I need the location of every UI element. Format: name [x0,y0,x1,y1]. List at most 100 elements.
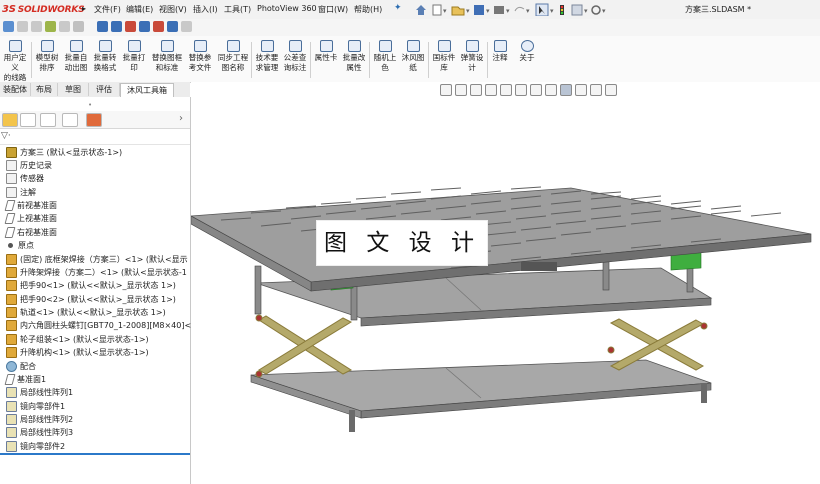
show-hidden-icon[interactable] [97,21,108,32]
ribbon-mufeng-drawing-button[interactable]: 沐风图纸 [399,38,427,73]
reference-geometry-icon[interactable] [125,21,136,32]
filter-icon[interactable]: ▽· [1,131,11,141]
ribbon-tech-requirements-button[interactable]: 技术要 求管理 [253,38,281,73]
assembly-command-icon[interactable] [3,21,14,32]
ribbon-label: 排序 [39,63,55,72]
reference-icon [193,40,207,52]
ribbon-batch-drawing-button[interactable]: 批量自 动出图 [62,38,90,73]
display-style-icon[interactable] [530,84,542,96]
tree-item-front-plane[interactable]: 前视基准面 [4,199,57,212]
menu-view[interactable]: 视图(V) [159,4,187,15]
new-motion-study-icon[interactable] [139,21,150,32]
edit-appearance-icon[interactable] [560,84,572,96]
display-manager-tab-icon[interactable] [86,113,102,127]
standard-toolbar[interactable]: ▾ ▾ ▾ ▾ ▾ ▾ ▾ ▾ [414,3,684,16]
tree-item-root-assembly[interactable]: 方案三 (默认<显示状态-1>) [6,146,122,159]
menu-edit[interactable]: 编辑(E) [126,4,153,15]
solidworks-logo[interactable]: 3S SOLIDWORKS [2,2,85,17]
view-orientation-icon[interactable] [515,84,527,96]
menu-photoview[interactable]: PhotoView 360 [257,4,317,13]
ribbon-register-button[interactable]: 注释 [489,38,511,63]
ribbon-batch-print-button[interactable]: 批量打印 [120,38,148,73]
ribbon-tree-sort-button[interactable]: 模型树 排序 [33,38,61,73]
linear-pattern-icon[interactable] [45,21,56,32]
configuration-manager-tab-icon[interactable] [40,113,56,127]
exploded-view-icon[interactable] [167,21,178,32]
ribbon-sync-name-button[interactable]: 同步工程 图名称 [215,38,251,73]
tab-assembly[interactable]: 装配体 [0,83,31,96]
tolerance-icon [288,40,302,52]
tree-item-component[interactable]: (固定) 底框架焊接（方案三）<1> (默认<显示 [6,253,188,266]
pin-icon[interactable]: ✦ [394,3,402,13]
hide-show-items-icon[interactable] [545,84,557,96]
tree-item-annotations[interactable]: 注解 [6,186,36,199]
menu-insert[interactable]: 插入(I) [193,4,218,15]
ribbon-replace-reference-button[interactable]: 替换参 考文件 [185,38,215,73]
ribbon-tolerance-button[interactable]: 公差查 询标注 [281,38,309,73]
tree-item-right-plane[interactable]: 右视基准面 [4,226,57,239]
apply-scene-icon[interactable] [575,84,587,96]
previous-view-icon[interactable] [470,84,482,96]
tree-item-pattern[interactable]: 局部线性阵列2 [6,413,73,426]
tree-item-sensors[interactable]: 传感器 [6,172,44,185]
view-settings-icon[interactable] [590,84,602,96]
ribbon-batch-convert-button[interactable]: 批量转 换格式 [91,38,119,73]
ribbon-random-color-button[interactable]: 随机上色 [371,38,399,73]
tab-sketch[interactable]: 草图 [58,83,89,96]
assembly-model[interactable] [191,98,820,484]
tab-mufeng-toolbox[interactable]: 沐风工具箱 [120,83,174,97]
ribbon-property-card-button[interactable]: 属性卡 [312,38,340,63]
ribbon-user-route-button[interactable]: 用户定义 的线路 [0,38,30,83]
zoom-to-area-icon[interactable] [455,84,467,96]
command-tabs: 装配体 布局 草图 评估 沐风工具箱 [0,82,190,98]
tree-item-pattern[interactable]: 局部线性阵列1 [6,386,73,399]
tree-item-plane1[interactable]: 基准面1 [4,373,46,386]
tree-item-component[interactable]: 把手90<1> (默认<<默认>_显示状态 1>) [6,279,176,292]
tree-item-component[interactable]: 升降机构<1> (默认<显示状态-1>) [6,346,149,359]
tree-item-label: 原点 [18,241,34,250]
tree-item-component[interactable]: 轨道<1> (默认<<默认>_显示状态 1>) [6,306,166,319]
menu-help[interactable]: 帮助(H) [354,4,382,15]
dimxpert-tab-icon[interactable] [62,113,78,127]
insert-component-icon[interactable] [17,21,28,32]
ribbon-spring-design-button[interactable]: 弹簧设计 [458,38,486,73]
move-component-icon[interactable] [73,21,84,32]
ribbon-replace-frame-button[interactable]: 替换图框 和标准 [149,38,185,73]
menu-window[interactable]: 窗口(W) [318,4,348,15]
property-manager-tab-icon[interactable] [20,113,36,127]
chevron-right-icon[interactable]: › [179,113,183,124]
tree-item-pattern[interactable]: 局部线性阵列3 [6,426,73,439]
mate-command-icon[interactable] [31,21,42,32]
bill-of-materials-icon[interactable] [153,21,164,32]
svg-text:▾: ▾ [526,7,530,15]
tree-item-origin[interactable]: 原点 [6,239,34,252]
assembly-features-icon[interactable] [111,21,122,32]
section-view-icon[interactable] [485,84,497,96]
ribbon-gb-library-button[interactable]: 国标件库 [430,38,458,73]
tree-item-mirror[interactable]: 镜向零部件2 [6,440,65,453]
tree-item-top-plane[interactable]: 上视基准面 [4,212,57,225]
ribbon-batch-property-button[interactable]: 批量改 属性 [340,38,368,73]
menu-tools[interactable]: 工具(T) [224,4,251,15]
tab-evaluate[interactable]: 评估 [89,83,120,96]
tab-layout[interactable]: 布局 [31,83,58,96]
tree-item-component[interactable]: 升降架焊接（方案二）<1> (默认<显示状态-1 [6,266,187,279]
tree-filter[interactable]: ▽· [0,130,190,145]
instant3d-icon[interactable] [181,21,192,32]
rollback-bar[interactable] [0,453,190,455]
tree-item-component[interactable]: 轮子组装<1> (默认<显示状态-1>) [6,333,149,346]
menu-file[interactable]: 文件(F) [94,4,121,15]
zoom-to-fit-icon[interactable] [440,84,452,96]
tree-item-history[interactable]: 历史记录 [6,159,52,172]
dynamic-annotation-icon[interactable] [500,84,512,96]
panel-grip-icon[interactable]: • [88,101,92,109]
ribbon-about-button[interactable]: 关于 [516,38,538,63]
monitor-icon[interactable] [605,84,617,96]
tree-item-mirror[interactable]: 镜向零部件1 [6,400,65,413]
tree-item-component[interactable]: 把手90<2> (默认<<默认>_显示状态 1>) [6,293,176,306]
tree-item-mates[interactable]: 配合 [6,360,36,373]
smart-fasteners-icon[interactable] [59,21,70,32]
feature-manager-tab-icon[interactable] [2,113,18,127]
tree-item-component[interactable]: 内六角圆柱头螺钉[GBT70_1-2008][M8×40]< [6,319,191,332]
menu-arrow-icon[interactable]: ▸ [82,4,86,13]
